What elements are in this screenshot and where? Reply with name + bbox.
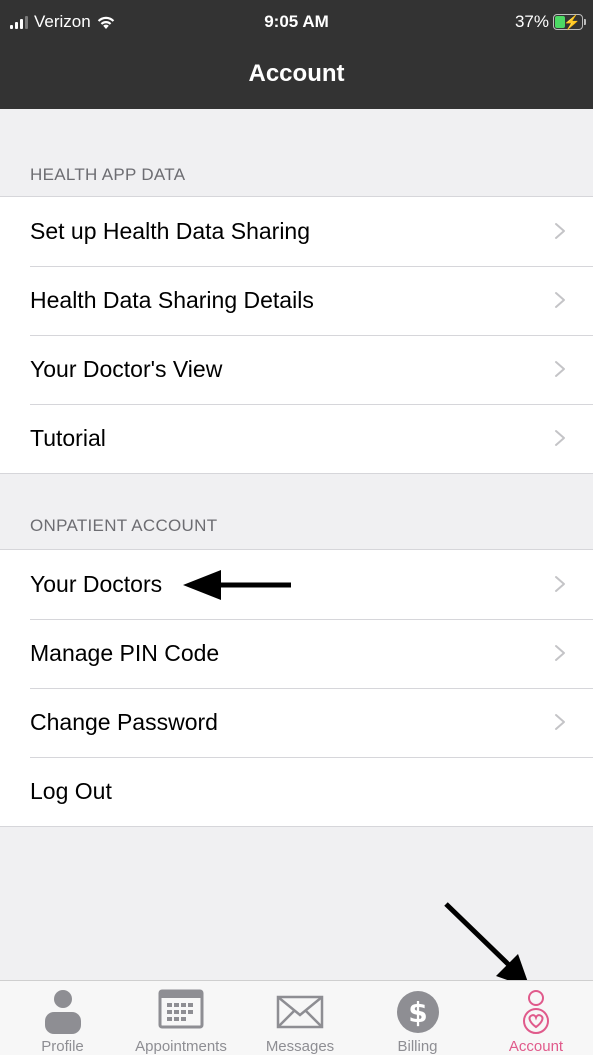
row-label: Log Out	[30, 778, 112, 804]
charging-bolt-icon: ⚡	[563, 14, 581, 30]
row-tutorial[interactable]: Tutorial	[0, 404, 593, 473]
battery-percent: 37%	[514, 12, 549, 31]
page-title: Account	[248, 60, 345, 87]
row-log-out[interactable]: Log Out	[0, 757, 593, 826]
row-set-up-health-data-sharing[interactable]: Set up Health Data Sharing	[0, 197, 593, 266]
annotation-arrow-left-icon	[183, 570, 291, 600]
section-header-health-app-data: HEALTH APP DATA	[30, 165, 186, 184]
chevron-right-icon	[555, 292, 565, 308]
annotation-arrow-down-right-icon	[444, 902, 530, 988]
tab-label: Profile	[41, 1038, 84, 1055]
row-label: Set up Health Data Sharing	[30, 218, 311, 244]
row-label: Tutorial	[30, 425, 106, 451]
chevron-right-icon	[555, 714, 565, 730]
row-label: Change Password	[30, 709, 218, 735]
row-label: Your Doctor's View	[30, 356, 223, 382]
battery-icon: ⚡	[553, 14, 586, 30]
person-icon	[44, 990, 81, 1034]
account-heart-icon	[523, 990, 549, 1034]
tab-profile[interactable]: Profile	[15, 981, 110, 1055]
calendar-icon	[158, 989, 204, 1029]
health-app-data-group: Set up Health Data Sharing Health Data S…	[0, 196, 593, 474]
tab-billing[interactable]: $ Billing	[370, 981, 465, 1055]
nav-header: Verizon 9:05 AM 37% ⚡ Account	[0, 0, 593, 109]
chevron-right-icon	[555, 361, 565, 377]
envelope-icon	[276, 995, 324, 1029]
tab-label: Account	[508, 1038, 564, 1055]
status-bar: Verizon 9:05 AM 37% ⚡	[0, 6, 593, 38]
battery-status: 37% ⚡	[514, 12, 586, 32]
chevron-right-icon	[555, 576, 565, 592]
tab-label: Billing	[397, 1038, 438, 1055]
row-health-data-sharing-details[interactable]: Health Data Sharing Details	[0, 266, 593, 335]
row-change-password[interactable]: Change Password	[0, 688, 593, 757]
onpatient-account-group: Your Doctors Manage PIN Code Change Pass…	[0, 549, 593, 827]
row-manage-pin-code[interactable]: Manage PIN Code	[0, 619, 593, 688]
chevron-right-icon	[555, 430, 565, 446]
chevron-right-icon	[555, 645, 565, 661]
chevron-right-icon	[555, 223, 565, 239]
row-your-doctors-view[interactable]: Your Doctor's View	[0, 335, 593, 404]
svg-text:$: $	[408, 996, 427, 1029]
row-label: Your Doctors	[30, 571, 163, 597]
tab-messages[interactable]: Messages	[255, 981, 345, 1055]
tab-appointments[interactable]: Appointments	[125, 981, 237, 1055]
tab-label: Messages	[265, 1038, 335, 1055]
tab-label: Appointments	[135, 1038, 227, 1055]
row-your-doctors[interactable]: Your Doctors	[0, 550, 593, 619]
tab-account[interactable]: Account	[490, 981, 582, 1055]
row-label: Manage PIN Code	[30, 640, 220, 666]
tab-bar: Profile Appointments Messages $ Billing	[0, 980, 593, 1055]
status-time: 9:05 AM	[264, 12, 329, 31]
row-label: Health Data Sharing Details	[30, 287, 314, 313]
section-header-onpatient-account: ONPATIENT ACCOUNT	[30, 516, 218, 535]
dollar-icon: $	[396, 991, 439, 1033]
